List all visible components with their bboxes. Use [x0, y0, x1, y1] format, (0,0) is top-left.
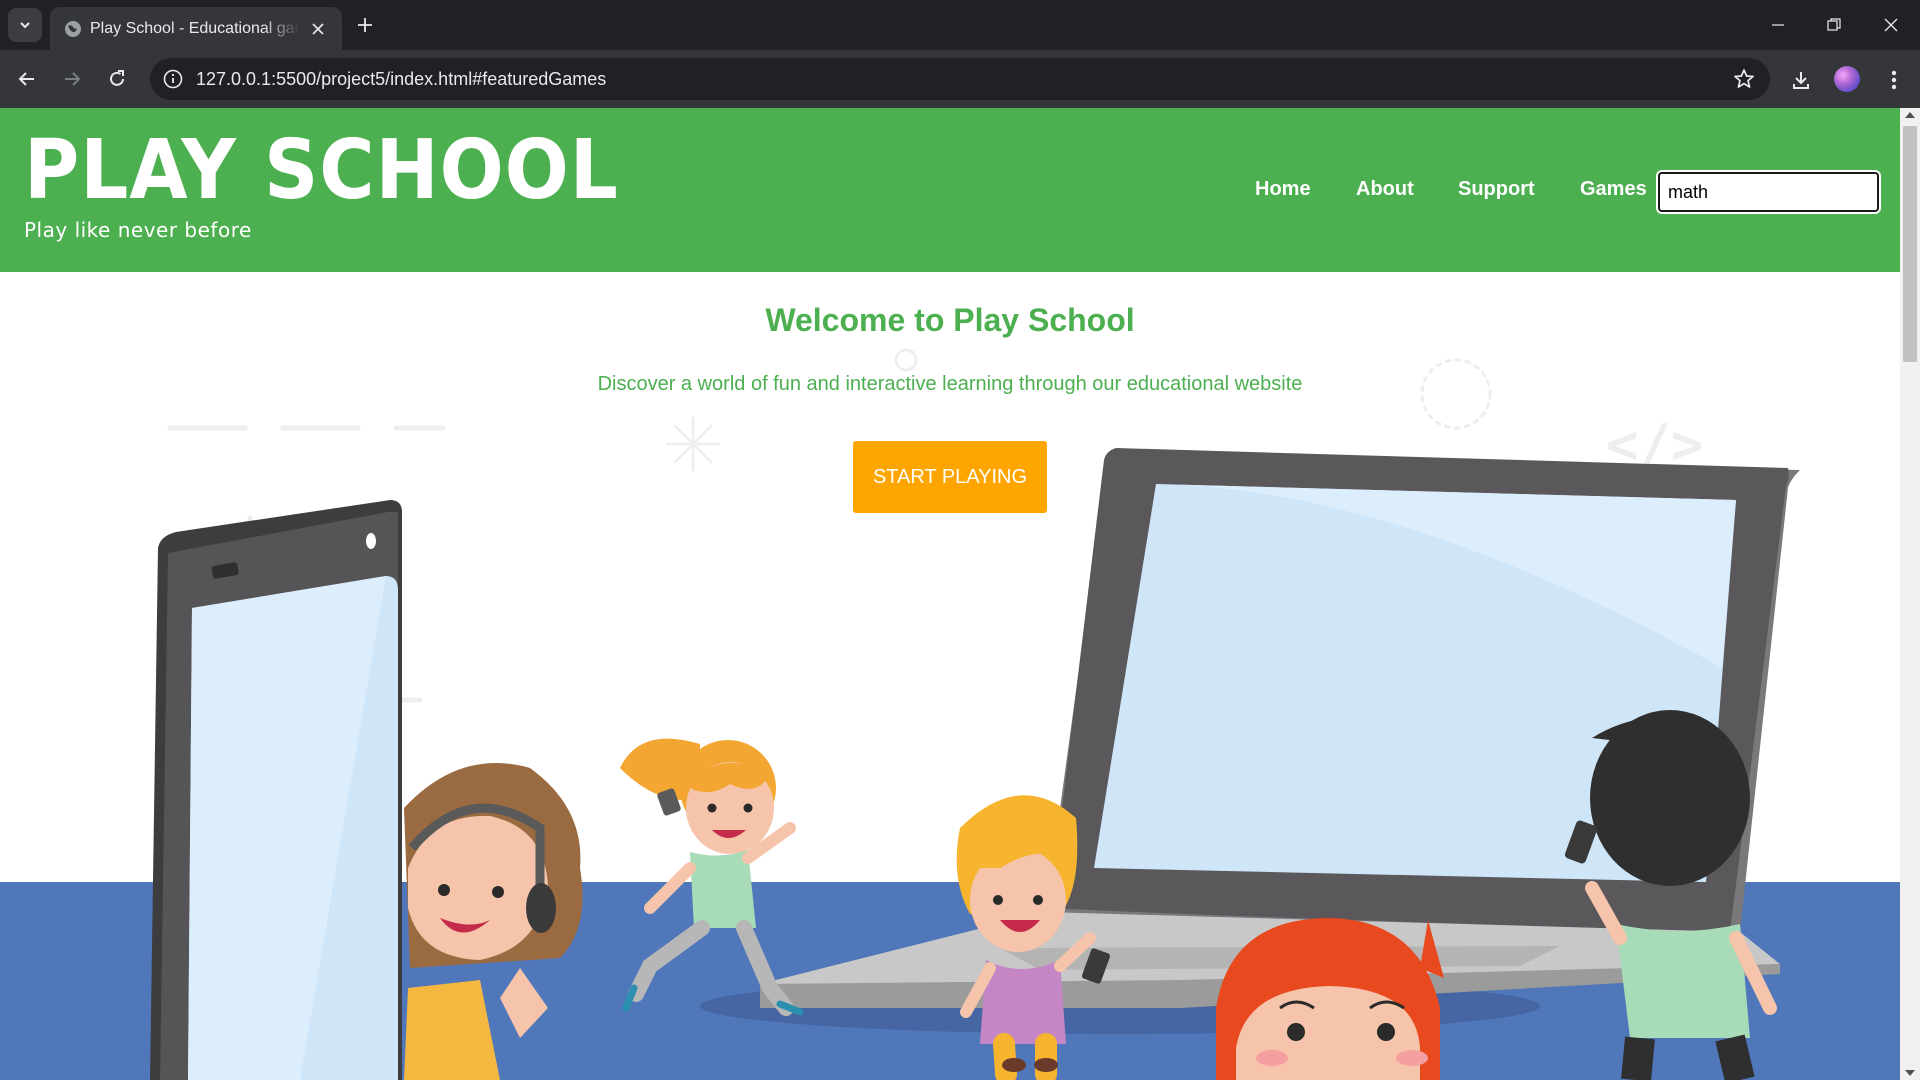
site-tagline: Play like never before — [24, 218, 252, 242]
tab-close-button[interactable] — [308, 19, 328, 39]
close-icon — [312, 23, 324, 35]
scroll-down-arrow[interactable] — [1905, 1070, 1915, 1076]
new-tab-button[interactable] — [352, 12, 378, 38]
window-close-button[interactable] — [1862, 0, 1920, 50]
tab-title: Play School - Educational games — [90, 20, 300, 37]
nav-about[interactable]: About — [1356, 178, 1414, 201]
forward-button[interactable] — [57, 64, 87, 94]
close-icon — [1884, 18, 1898, 32]
nav-games[interactable]: Games — [1580, 178, 1647, 201]
restore-icon — [1827, 18, 1841, 31]
hero-subtitle: Discover a world of fun and interactive … — [597, 373, 1303, 395]
scroll-up-arrow[interactable] — [1905, 112, 1915, 118]
browser-tabstrip: Play School - Educational games — [0, 0, 1920, 50]
search-input[interactable] — [1658, 172, 1879, 212]
reload-button[interactable] — [102, 64, 132, 94]
nav-support[interactable]: Support — [1458, 178, 1535, 201]
plus-icon — [358, 18, 372, 32]
chevron-down-icon — [20, 22, 30, 29]
minimize-icon — [1772, 24, 1784, 26]
minimize-button[interactable] — [1749, 0, 1807, 50]
globe-icon — [65, 21, 81, 37]
more-vertical-icon — [1891, 70, 1897, 90]
info-icon[interactable] — [162, 68, 184, 90]
browser-toolbar: 127.0.0.1:5500/project5/index.html#featu… — [0, 50, 1920, 108]
reload-icon — [110, 70, 124, 86]
start-playing-button[interactable]: START PLAYING — [853, 441, 1047, 513]
back-button[interactable] — [12, 64, 42, 94]
star-icon[interactable] — [1732, 67, 1756, 91]
tab-search-button[interactable] — [8, 8, 42, 42]
page-viewport: </> PLAY SCHOOL Play like never before H… — [0, 108, 1900, 1080]
site-logo[interactable]: PLAY SCHOOL — [24, 130, 619, 212]
restore-button[interactable] — [1805, 0, 1863, 50]
downloads-button[interactable] — [1787, 66, 1815, 94]
hero-title: Welcome to Play School — [765, 302, 1135, 338]
arrow-right-icon — [65, 72, 81, 86]
address-bar[interactable]: 127.0.0.1:5500/project5/index.html#featu… — [150, 58, 1770, 100]
site-header: PLAY SCHOOL Play like never before Home … — [0, 108, 1900, 272]
browser-menu-button[interactable] — [1880, 66, 1908, 94]
url-text: 127.0.0.1:5500/project5/index.html#featu… — [196, 69, 607, 89]
nav-home[interactable]: Home — [1255, 178, 1311, 201]
browser-tab-active[interactable]: Play School - Educational games — [50, 7, 342, 50]
arrow-left-icon — [18, 72, 34, 86]
download-icon — [1793, 72, 1809, 89]
profile-avatar[interactable] — [1834, 66, 1860, 92]
page-scrollbar[interactable] — [1900, 108, 1920, 1080]
scrollbar-thumb[interactable] — [1903, 126, 1917, 362]
